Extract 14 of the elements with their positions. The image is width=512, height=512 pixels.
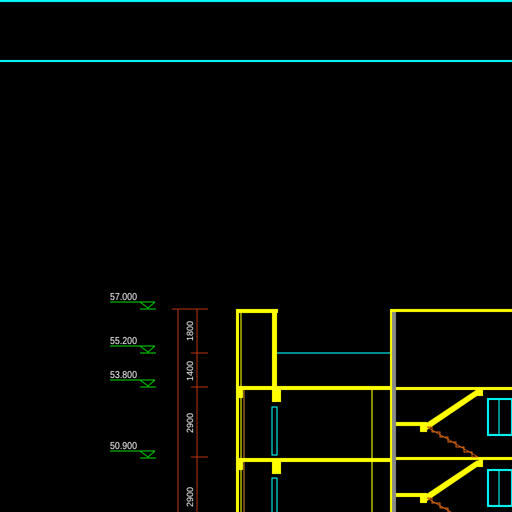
- dimension-label: 2900: [185, 412, 195, 434]
- elevation-label: 55.200: [110, 336, 141, 347]
- elevation-marker-icon: [110, 450, 156, 458]
- dimension-label: 1400: [185, 360, 195, 382]
- elevation-marker-icon: [110, 302, 156, 310]
- elevation-marker-icon: [110, 380, 156, 388]
- elevation-label: 57.000: [110, 292, 141, 303]
- dimension-label: 1800: [185, 320, 195, 342]
- window-icon: [487, 398, 512, 436]
- elevation-label: 50.900: [110, 441, 141, 452]
- elevation-label: 53.800: [110, 370, 141, 381]
- elevation-marker-icon: [110, 346, 156, 354]
- window-icon: [487, 469, 512, 507]
- dimension-label: 2900: [185, 486, 195, 508]
